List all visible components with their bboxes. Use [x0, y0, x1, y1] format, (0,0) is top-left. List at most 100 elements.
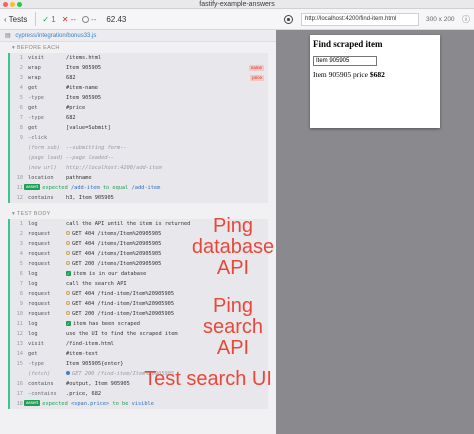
- command-message: ✓ item is in our database: [66, 269, 146, 279]
- command-name: request: [28, 291, 51, 297]
- spec-file-path[interactable]: ▤ cypress/integration/bonus33.js: [0, 30, 276, 42]
- command-message-text: --page loaded--: [66, 155, 114, 161]
- command-row[interactable]: 17 -contains .price, 682: [10, 389, 268, 399]
- request-pending-icon: [66, 311, 70, 315]
- command-row[interactable]: (page load) --page loaded--: [10, 153, 268, 163]
- command-message-text: GET 404 /items/Item%20905905: [72, 251, 162, 257]
- command-name: request: [28, 301, 51, 307]
- command-message: .price, 682: [66, 389, 101, 399]
- command-row[interactable]: 3 wrap 682 price: [10, 73, 268, 83]
- item-text-input[interactable]: Item 905905: [313, 56, 377, 66]
- command-row[interactable]: 6 get #price: [10, 103, 268, 113]
- command-row[interactable]: 2 request GET 404 /items/Item%20905905: [10, 229, 268, 239]
- command-message: #item-text: [66, 349, 98, 359]
- command-name: log: [28, 321, 38, 327]
- aut-url-field[interactable]: http://localhost:4200/find-item.html: [301, 13, 419, 26]
- command-number: 14: [16, 351, 23, 357]
- command-row[interactable]: 13 visit/find-item.html: [10, 339, 268, 349]
- assertion-part: to equal: [99, 185, 132, 191]
- command-row[interactable]: (new url) http://localhost:4200/add-item: [10, 163, 268, 173]
- command-name: (new url): [28, 165, 57, 171]
- assertion-part: /add-item: [131, 185, 161, 191]
- command-row[interactable]: 4 request GET 404 /items/Item%20905905: [10, 249, 268, 259]
- command-row[interactable]: 16 contains #output, Item 905905: [10, 379, 268, 389]
- command-name: visit: [28, 341, 44, 347]
- command-message-text: Item 905905: [66, 95, 102, 101]
- command-row[interactable]: (fetch) GET 200 /find-item/Item%20905905: [10, 369, 268, 379]
- command-message: --submitting form--: [66, 143, 127, 153]
- assertion-part: to be: [109, 401, 132, 407]
- command-message-text: GET 200 /items/Item%20905905: [72, 261, 162, 267]
- command-row[interactable]: 5 request GET 200 /items/Item%20905905: [10, 259, 268, 269]
- command-message: use the UI to find the scraped item: [66, 329, 178, 339]
- command-row[interactable]: 18 assert expected <span.price> to be visi…: [10, 399, 268, 409]
- command-message-text: h3, Item 905905: [66, 195, 114, 201]
- passed-count: ✓ 1: [42, 15, 55, 24]
- command-row[interactable]: 15 -type Item 905905{enter}: [10, 359, 268, 369]
- command-number: 12: [16, 195, 23, 201]
- command-name: contains: [28, 381, 54, 387]
- command-row[interactable]: 3 request GET 404 /items/Item%20905905: [10, 239, 268, 249]
- command-row[interactable]: 1 visit/items.html: [10, 53, 268, 63]
- command-log-panel: ▤ cypress/integration/bonus33.js ▾ BEFOR…: [0, 30, 276, 434]
- request-pending-icon: [66, 241, 70, 245]
- before-each-header[interactable]: ▾ BEFORE EACH: [8, 43, 268, 53]
- request-pending-icon: [66, 301, 70, 305]
- command-row[interactable]: 11 assert expected /add-item to equal /add…: [10, 183, 268, 193]
- command-message: 682: [66, 113, 76, 123]
- pending-count-value: --: [91, 14, 97, 24]
- info-icon[interactable]: ⓘ: [462, 13, 470, 26]
- command-row[interactable]: (form sub) --submitting form--: [10, 143, 268, 153]
- command-number: 8: [19, 125, 23, 131]
- command-name: -type: [28, 361, 44, 367]
- selector-playground-icon[interactable]: [284, 15, 293, 24]
- command-row[interactable]: 8 get [value=Submit]: [10, 123, 268, 133]
- check-icon: ✓: [66, 321, 71, 326]
- command-name: wrap: [28, 65, 41, 71]
- command-message-text: /find-item.html: [66, 341, 114, 347]
- command-row[interactable]: 2 wrap Item 905905 name: [10, 63, 268, 73]
- command-row[interactable]: 10 location pathname: [10, 173, 268, 183]
- command-message: GET 404 /items/Item%20905905: [66, 249, 161, 259]
- command-row[interactable]: 9 -click: [10, 133, 268, 143]
- command-row[interactable]: 1 log call the API until the item is retur…: [10, 219, 268, 229]
- command-row[interactable]: 10 request GET 200 /find-item/Item%2090590…: [10, 309, 268, 319]
- command-row[interactable]: 14 get #item-text: [10, 349, 268, 359]
- command-row[interactable]: 7 -type 682: [10, 113, 268, 123]
- command-message: http://localhost:4200/add-item: [66, 163, 162, 173]
- command-row[interactable]: 12 contains h3, Item 905905: [10, 193, 268, 203]
- command-row[interactable]: 5 -type Item 905905: [10, 93, 268, 103]
- command-row[interactable]: 4 get #item-name: [10, 83, 268, 93]
- command-name: (page load): [28, 155, 64, 161]
- command-message-text: item has been scraped: [73, 321, 140, 327]
- command-message-text: call the search API: [66, 281, 127, 287]
- app-under-test-panel: http://localhost:4200/find-item.html 300…: [276, 9, 474, 434]
- tests-nav-button[interactable]: ‹ Tests: [4, 15, 27, 24]
- viewport-size: 300 x 200: [426, 16, 455, 23]
- command-row[interactable]: 12 log use the UI to find the scraped item: [10, 329, 268, 339]
- command-number: 3: [19, 75, 23, 81]
- command-message: Item 905905: [66, 93, 101, 103]
- command-message: GET 404 /items/Item%20905905: [66, 239, 161, 249]
- command-name: request: [28, 241, 51, 247]
- command-number: 15: [16, 361, 23, 367]
- spec-path-text: cypress/integration/bonus33.js: [15, 33, 97, 39]
- request-pending-icon: [66, 291, 70, 295]
- command-message: GET 200 /find-item/Item%20905905: [66, 309, 174, 319]
- alias-badge: price: [250, 75, 264, 81]
- command-row[interactable]: 11 log ✓ item has been scraped: [10, 319, 268, 329]
- command-row[interactable]: 7 log call the search API: [10, 279, 268, 289]
- command-row[interactable]: 9 request GET 404 /find-item/Item%20905905: [10, 299, 268, 309]
- command-number: 18: [16, 401, 23, 407]
- alias-badge: name: [248, 65, 264, 71]
- command-message-text: #price: [66, 105, 86, 111]
- command-name: request: [28, 311, 51, 317]
- command-message: GET 404 /find-item/Item%20905905: [66, 299, 174, 309]
- command-row[interactable]: 8 request GET 404 /find-item/Item%20905905: [10, 289, 268, 299]
- test-body-header[interactable]: ▾ TEST BODY: [8, 209, 268, 219]
- aut-iframe: Find scraped item Item 905905 Item 90590…: [310, 35, 440, 128]
- command-message-text: item is in our database: [73, 271, 147, 277]
- command-row[interactable]: 6 log ✓ item is in our database: [10, 269, 268, 279]
- command-message-text: GET 200 /find-item/Item%20905905: [72, 371, 175, 377]
- command-name: get: [28, 351, 38, 357]
